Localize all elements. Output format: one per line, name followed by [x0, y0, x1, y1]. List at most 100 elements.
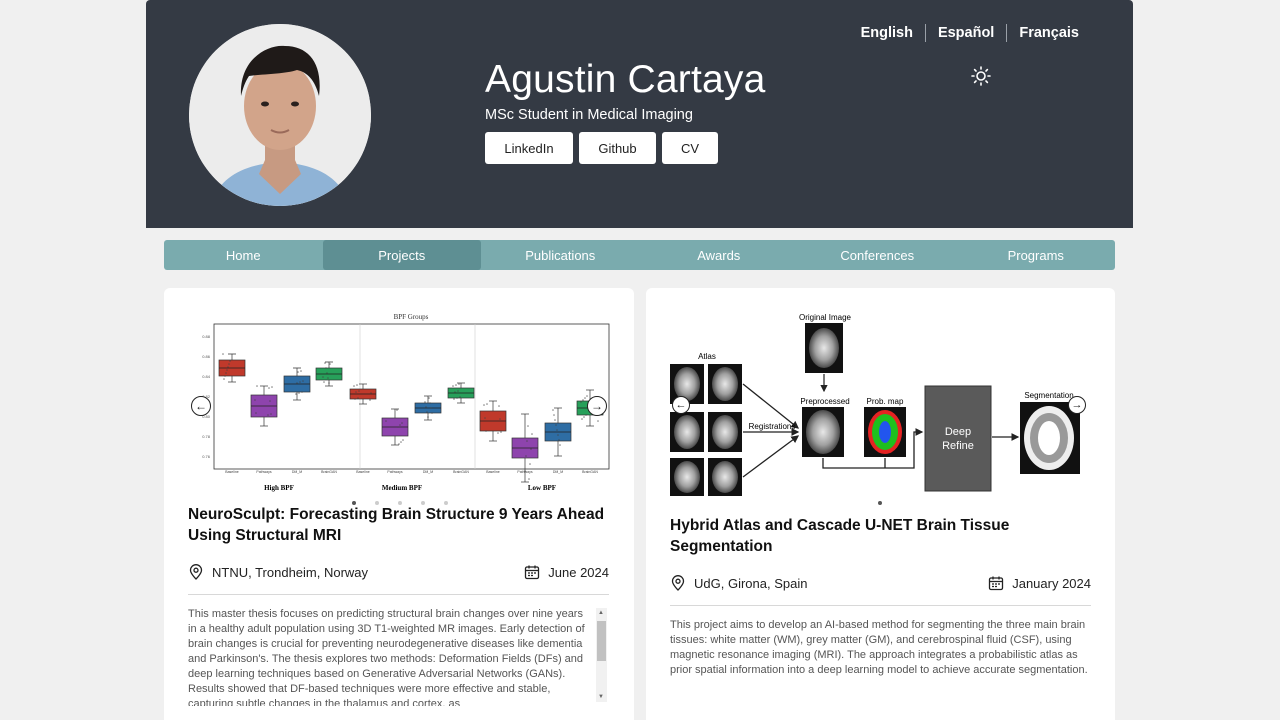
boxplot-point: [429, 402, 431, 404]
boxplot-point: [525, 455, 527, 457]
prob-map-label: Prob. map: [867, 397, 904, 406]
boxplot-point: [585, 414, 587, 416]
boxplot-point: [226, 369, 228, 371]
tab-home[interactable]: Home: [164, 240, 323, 270]
cv-button[interactable]: CV: [662, 132, 718, 164]
boxplot-figure: BPF Groups 0.880.860.840.820.800.780.76B…: [188, 308, 610, 492]
sun-icon[interactable]: [971, 66, 991, 86]
boxplot-point: [255, 412, 257, 414]
boxplot-point: [499, 418, 501, 420]
calendar-icon: [989, 576, 1004, 591]
boxplot-point: [558, 439, 560, 441]
boxplot-point: [298, 392, 300, 394]
boxplot-point: [559, 444, 561, 446]
boxplot-point: [456, 397, 458, 399]
boxplot-point: [225, 372, 227, 374]
scrollbar-thumb[interactable]: [597, 621, 606, 661]
x-tick-label: Pathways: [517, 470, 532, 474]
boxplot-point: [552, 409, 554, 411]
boxplot-point: [586, 395, 588, 397]
location-text: UdG, Girona, Spain: [694, 575, 808, 591]
boxplot-point: [556, 429, 558, 431]
boxplot-point: [397, 426, 399, 428]
boxplot-point: [326, 372, 328, 374]
boxplot-point: [370, 392, 372, 394]
registrations-label: Registrations: [749, 422, 796, 431]
tab-programs[interactable]: Programs: [957, 240, 1116, 270]
tab-conferences[interactable]: Conferences: [798, 240, 957, 270]
profile-header: Agustin Cartaya MSc Student in Medical I…: [146, 0, 1133, 228]
boxplot-point: [555, 424, 557, 426]
boxplot-point: [300, 370, 302, 372]
boxplot-point: [583, 416, 585, 418]
boxplot-point: [267, 414, 269, 416]
project-description: This project aims to develop an AI-based…: [670, 619, 1088, 676]
boxplot-point: [453, 398, 455, 400]
boxplot-point: [530, 448, 532, 450]
boxplot-point: [323, 381, 325, 383]
project-description: This master thesis focuses on predicting…: [188, 608, 585, 706]
boxplot-point: [254, 399, 256, 401]
boxplot-point: [299, 381, 301, 383]
boxplot-point: [229, 360, 231, 362]
description-scrollbar[interactable]: ▲ ▼: [596, 608, 607, 702]
boxplot-point: [271, 386, 273, 388]
boxplot-point: [356, 384, 358, 386]
figure-title: BPF Groups: [394, 313, 429, 321]
project-date: January 2024: [988, 575, 1091, 591]
boxplot-point: [358, 390, 360, 392]
project-location: UdG, Girona, Spain: [670, 575, 807, 591]
atlas-label: Atlas: [698, 352, 716, 361]
boxplot-point: [324, 362, 326, 364]
boxplot-point: [581, 418, 583, 420]
tab-projects[interactable]: Projects: [322, 240, 481, 270]
boxplot-point: [425, 406, 427, 408]
deep-refine-box: [924, 385, 992, 492]
linkedin-button[interactable]: LinkedIn: [485, 132, 573, 164]
location-pin-icon: [189, 564, 203, 580]
preprocessed-label: Preprocessed: [800, 397, 849, 406]
location-text: NTNU, Trondheim, Norway: [212, 564, 369, 580]
boxplot-point: [486, 403, 488, 405]
lang-espanol[interactable]: Español: [926, 25, 1006, 41]
lang-francais[interactable]: Français: [1007, 25, 1079, 41]
boxplot-point: [353, 385, 355, 387]
segmentation-core: [1038, 421, 1060, 455]
boxplot-point: [428, 397, 430, 399]
carousel-next-button[interactable]: →: [1068, 396, 1086, 414]
boxplot-point: [483, 404, 485, 406]
tab-publications[interactable]: Publications: [481, 240, 640, 270]
boxplot-point: [459, 396, 461, 398]
original-brain: [809, 328, 839, 368]
carousel-prev-button[interactable]: ←: [191, 396, 211, 416]
location-pin-icon: [671, 575, 685, 591]
y-tick-label: 0.78: [202, 434, 211, 439]
boxplot-point: [527, 425, 529, 427]
boxplot-point: [398, 443, 400, 445]
group-label: Medium BPF: [382, 484, 422, 492]
carousel-dot[interactable]: [878, 501, 882, 505]
carousel-prev-button[interactable]: ←: [672, 396, 690, 414]
scroll-up-icon[interactable]: ▲: [598, 610, 604, 616]
boxplot-point: [582, 399, 584, 401]
x-tick-label: BrainGAN: [582, 470, 598, 474]
language-switcher: English Español Français: [849, 24, 1079, 42]
lang-english[interactable]: English: [849, 25, 925, 41]
scroll-down-icon[interactable]: ▼: [598, 694, 604, 700]
date-text: June 2024: [548, 564, 609, 580]
github-button[interactable]: Github: [579, 132, 656, 164]
preprocessed-brain: [806, 410, 840, 454]
carousel-next-button[interactable]: →: [587, 396, 607, 416]
boxplot-point: [531, 433, 533, 435]
boxplot-point: [529, 463, 531, 465]
profile-name: Agustin Cartaya: [485, 58, 766, 101]
boxplot-point: [329, 363, 331, 365]
x-tick-label: Baseline: [225, 470, 238, 474]
x-tick-label: BrainGAN: [321, 470, 337, 474]
boxplot-point: [269, 400, 271, 402]
boxplot-point: [580, 401, 582, 403]
y-tick-label: 0.88: [202, 334, 211, 339]
tab-awards[interactable]: Awards: [640, 240, 799, 270]
x-tick-label: BrainGAN: [453, 470, 469, 474]
boxplot-point: [297, 371, 299, 373]
